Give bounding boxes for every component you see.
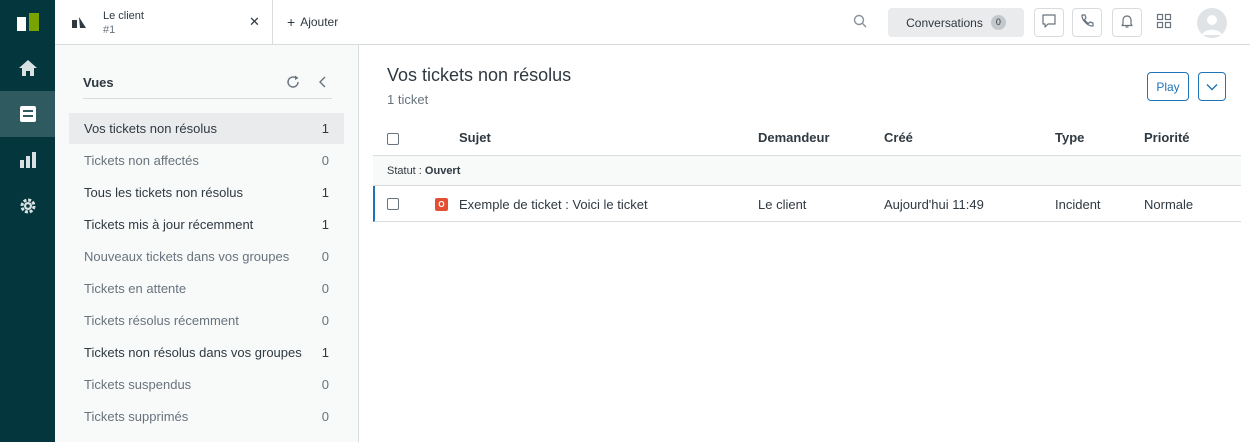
view-item-label: Tous les tickets non résolus bbox=[84, 185, 243, 200]
view-item-count: 0 bbox=[321, 377, 329, 392]
ticket-requester: Le client bbox=[758, 197, 807, 212]
zendesk-logo-icon[interactable] bbox=[0, 0, 55, 44]
chevron-left-icon[interactable] bbox=[318, 76, 328, 91]
user-tab-icon bbox=[72, 16, 86, 31]
chevron-down-icon bbox=[1206, 79, 1218, 94]
select-all-checkbox[interactable] bbox=[387, 133, 399, 145]
refresh-icon[interactable] bbox=[286, 75, 300, 92]
search-icon[interactable] bbox=[853, 14, 867, 31]
ticket-created: Aujourd'hui 11:49 bbox=[884, 197, 984, 212]
view-item-label: Tickets résolus récemment bbox=[84, 313, 239, 328]
reporting-icon[interactable] bbox=[0, 137, 55, 183]
conversations-button[interactable]: Conversations 0 bbox=[888, 8, 1024, 37]
table-row[interactable]: O Exemple de ticket : Voici le ticket Le… bbox=[373, 186, 1241, 222]
chat-button[interactable] bbox=[1034, 8, 1064, 37]
view-item-deleted[interactable]: Tickets supprimés 0 bbox=[69, 401, 344, 432]
tab-title: Le client bbox=[103, 10, 144, 22]
view-item-pending[interactable]: Tickets en attente 0 bbox=[69, 273, 344, 304]
play-button[interactable]: Play bbox=[1147, 72, 1189, 101]
view-item-label: Tickets non affectés bbox=[84, 153, 199, 168]
add-tab-label: Ajouter bbox=[300, 15, 339, 29]
tab-le-client[interactable]: Le client #1 ✕ bbox=[55, 0, 273, 45]
group-label: Statut : Ouvert bbox=[387, 165, 460, 177]
status-badge: O bbox=[435, 198, 448, 211]
ticket-priority: Normale bbox=[1144, 197, 1194, 212]
column-header-type[interactable]: Type bbox=[1055, 130, 1084, 145]
conversations-label: Conversations bbox=[906, 15, 983, 30]
view-item-unsolved-in-groups[interactable]: Tickets non résolus dans vos groupes 1 bbox=[69, 337, 344, 368]
group-header-status: Statut : Ouvert bbox=[373, 156, 1241, 186]
conversations-count-badge: 0 bbox=[990, 15, 1006, 30]
notifications-button[interactable] bbox=[1112, 8, 1142, 37]
views-title: Vues bbox=[83, 75, 114, 90]
view-item-count: 0 bbox=[321, 409, 329, 424]
views-panel: Vues Vos tickets non résolus 1 Tickets n… bbox=[55, 45, 359, 442]
view-item-label: Nouveaux tickets dans vos groupes bbox=[84, 249, 290, 264]
close-icon[interactable]: ✕ bbox=[249, 14, 260, 30]
group-label-value: Ouvert bbox=[424, 165, 461, 177]
views-header: Vues bbox=[83, 75, 332, 99]
view-item-count: 1 bbox=[321, 121, 329, 136]
view-item-label: Tickets non résolus dans vos groupes bbox=[84, 345, 302, 360]
view-item-recently-solved[interactable]: Tickets résolus récemment 0 bbox=[69, 305, 344, 336]
ticket-subject[interactable]: Exemple de ticket : Voici le ticket bbox=[459, 197, 648, 212]
view-item-suspended[interactable]: Tickets suspendus 0 bbox=[69, 369, 344, 400]
view-item-label: Tickets en attente bbox=[84, 281, 187, 296]
main-content: Vos tickets non résolus 1 ticket Play Su… bbox=[359, 45, 1250, 442]
table-header: Sujet Demandeur Créé Type Priorité bbox=[373, 123, 1241, 156]
page-title: Vos tickets non résolus bbox=[387, 65, 572, 85]
group-label-prefix: Statut : bbox=[387, 165, 425, 177]
view-item-count: 0 bbox=[321, 249, 329, 264]
view-item-recently-updated[interactable]: Tickets mis à jour récemment 1 bbox=[69, 209, 344, 240]
column-header-subject[interactable]: Sujet bbox=[459, 130, 491, 145]
admin-gear-icon[interactable] bbox=[0, 183, 55, 229]
view-item-label: Tickets supprimés bbox=[84, 409, 189, 424]
home-icon[interactable] bbox=[0, 45, 55, 91]
avatar[interactable] bbox=[1197, 8, 1227, 38]
chat-icon bbox=[1041, 13, 1057, 32]
column-header-created[interactable]: Créé bbox=[884, 130, 913, 145]
top-bar: Le client #1 ✕ + Ajouter Conversations 0 bbox=[55, 0, 1250, 45]
view-item-all-unsolved[interactable]: Tous les tickets non résolus 1 bbox=[69, 177, 344, 208]
column-header-requester[interactable]: Demandeur bbox=[758, 130, 830, 145]
phone-button[interactable] bbox=[1072, 8, 1102, 37]
view-item-new-in-groups[interactable]: Nouveaux tickets dans vos groupes 0 bbox=[69, 241, 344, 272]
view-item-count: 0 bbox=[321, 153, 329, 168]
view-item-label: Tickets suspendus bbox=[84, 377, 192, 392]
view-item-label: Tickets mis à jour récemment bbox=[84, 217, 254, 232]
column-header-priority[interactable]: Priorité bbox=[1144, 130, 1190, 145]
tab-subtitle: #1 bbox=[103, 24, 116, 36]
view-item-unassigned[interactable]: Tickets non affectés 0 bbox=[69, 145, 344, 176]
view-item-count: 1 bbox=[321, 185, 329, 200]
view-item-count: 1 bbox=[321, 217, 329, 232]
views-icon[interactable] bbox=[0, 91, 55, 137]
view-item-label: Vos tickets non résolus bbox=[84, 121, 217, 136]
more-options-button[interactable] bbox=[1198, 72, 1226, 101]
plus-icon: + bbox=[287, 14, 296, 30]
view-item-count: 0 bbox=[321, 281, 329, 296]
row-checkbox[interactable] bbox=[387, 198, 399, 210]
bell-icon bbox=[1119, 13, 1135, 32]
add-tab-button[interactable]: + Ajouter bbox=[287, 15, 338, 29]
apps-grid-icon[interactable] bbox=[1156, 13, 1172, 32]
view-item-your-unsolved[interactable]: Vos tickets non résolus 1 bbox=[69, 113, 344, 144]
ticket-type: Incident bbox=[1055, 197, 1101, 212]
nav-rail bbox=[0, 0, 55, 442]
view-item-count: 1 bbox=[321, 345, 329, 360]
view-item-count: 0 bbox=[321, 313, 329, 328]
phone-icon bbox=[1079, 13, 1095, 32]
ticket-count: 1 ticket bbox=[387, 92, 429, 107]
